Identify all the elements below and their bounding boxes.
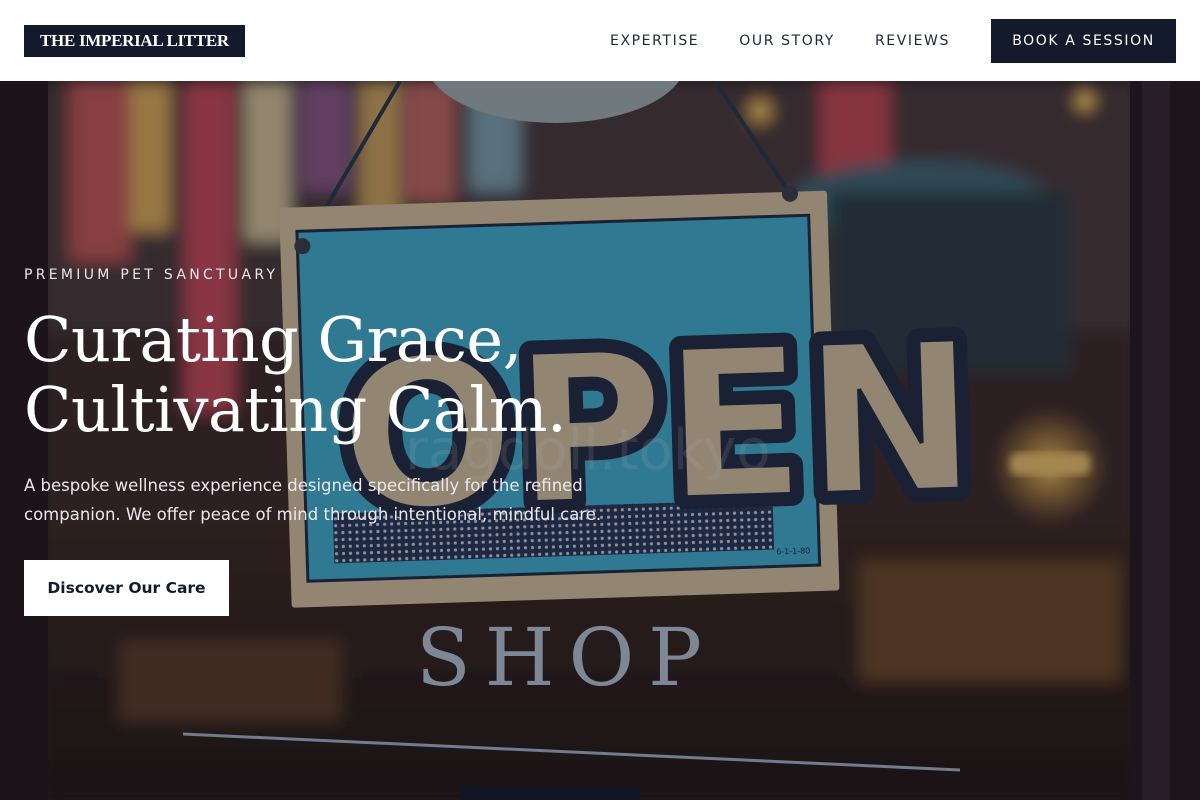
- book-session-button[interactable]: BOOK A SESSION: [991, 18, 1176, 63]
- hero-headline-line-2: Cultivating Calm.: [24, 373, 567, 446]
- hero-headline-line-1: Curating Grace,: [24, 303, 522, 376]
- hero-headline: Curating Grace, Cultivating Calm.: [24, 305, 724, 445]
- nav-link-our-story[interactable]: OUR STORY: [739, 33, 835, 49]
- hero-section: OPEN OPEN 6-1-1-80 SHOP ragdoll.tokyo PR…: [0, 81, 1200, 800]
- nav-link-reviews[interactable]: REVIEWS: [875, 33, 950, 49]
- main-nav: EXPERTISE OUR STORY REVIEWS BOOK A SESSI…: [610, 18, 1176, 63]
- nav-link-expertise[interactable]: EXPERTISE: [610, 33, 699, 49]
- hero-subtext: A bespoke wellness experience designed s…: [24, 476, 602, 524]
- brand-logo[interactable]: THE IMPERIAL LITTER: [24, 24, 245, 57]
- hero-eyebrow: PREMIUM PET SANCTUARY: [24, 267, 279, 283]
- discover-care-button[interactable]: Discover Our Care: [24, 560, 229, 616]
- site-header: THE IMPERIAL LITTER EXPERTISE OUR STORY …: [0, 0, 1200, 81]
